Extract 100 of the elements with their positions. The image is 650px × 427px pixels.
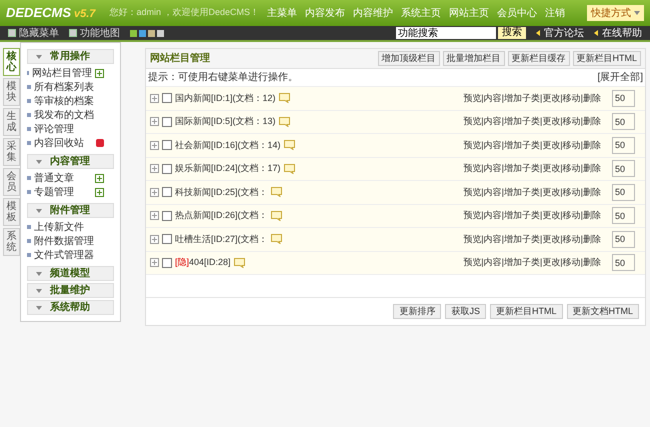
- sort-field[interactable]: 50: [612, 207, 635, 224]
- menu-item[interactable]: 我发布的文档: [34, 108, 94, 122]
- note-icon[interactable]: [278, 116, 290, 127]
- category-name[interactable]: 吐槽生活[ID:27](文档：: [175, 232, 268, 246]
- menu-item[interactable]: 专题管理: [34, 184, 74, 200]
- menu-item[interactable]: 普通文章: [34, 170, 74, 186]
- row-action-links[interactable]: 预览|内容|增加子类|更改|移动|删除: [463, 256, 601, 270]
- checkbox[interactable]: [162, 116, 172, 127]
- checkbox[interactable]: [162, 187, 172, 198]
- side-tab[interactable]: 采集: [3, 138, 20, 166]
- sort-field[interactable]: 50: [612, 184, 635, 201]
- menu-group-header[interactable]: 常用操作: [27, 49, 114, 64]
- note-icon[interactable]: [270, 234, 282, 244]
- menu-item[interactable]: 等审核的档案: [34, 94, 94, 108]
- category-name[interactable]: 社会新闻[ID:16](文档：14): [175, 138, 281, 152]
- menu-item[interactable]: 上传新文件: [34, 220, 84, 234]
- row-action-links[interactable]: 预览|内容|增加子类|更改|移动|删除: [463, 162, 601, 176]
- sort-field[interactable]: 50: [612, 113, 635, 130]
- expand-icon[interactable]: [150, 94, 159, 103]
- search-button[interactable]: 搜索: [498, 27, 526, 39]
- arrow-icon: [594, 30, 598, 36]
- category-name[interactable]: 科技新闻[ID:25](文档：: [175, 186, 268, 199]
- menu-group-header[interactable]: 频道模型: [27, 266, 114, 281]
- row-action-links[interactable]: 预览|内容|增加子类|更改|移动|删除: [463, 232, 601, 246]
- category-name[interactable]: 热点新闻[ID:26](文档：: [175, 209, 268, 222]
- side-tab[interactable]: 会员: [3, 168, 20, 196]
- footer-button[interactable]: 更新排序: [393, 304, 442, 319]
- note-icon[interactable]: [284, 164, 295, 174]
- theme-swatch[interactable]: [130, 30, 137, 36]
- toolbar-button[interactable]: 更新栏目缓存: [508, 51, 570, 66]
- row-action-links[interactable]: 预览|内容|增加子类|更改|移动|删除: [463, 115, 601, 128]
- sort-field[interactable]: 50: [612, 254, 635, 272]
- side-tab[interactable]: 模板: [3, 198, 20, 226]
- menu-item[interactable]: 所有档案列表: [34, 80, 94, 94]
- sort-field[interactable]: 50: [612, 160, 635, 178]
- menu-item[interactable]: 附件数据管理: [34, 234, 94, 248]
- sort-field[interactable]: 50: [612, 90, 635, 107]
- checkbox[interactable]: [162, 258, 172, 268]
- theme-swatch[interactable]: [148, 30, 155, 36]
- sort-field[interactable]: 50: [612, 136, 635, 154]
- category-name[interactable]: 国际新闻[ID:5](文档：13): [175, 115, 276, 128]
- footer-button[interactable]: 更新栏目HTML: [490, 304, 562, 319]
- menu-item[interactable]: 网站栏目管理: [32, 66, 92, 80]
- theme-swatch[interactable]: [157, 30, 164, 36]
- expand-all-link[interactable]: [展开全部]: [597, 70, 643, 85]
- note-icon[interactable]: [270, 187, 282, 198]
- footer-button[interactable]: 获取JS: [445, 304, 486, 319]
- expand-icon[interactable]: [150, 140, 159, 150]
- expand-icon[interactable]: [150, 117, 159, 126]
- side-tab[interactable]: 系统: [3, 228, 20, 256]
- category-name[interactable]: 国内新闻[ID:1](文档：12): [175, 92, 276, 105]
- row-action-links[interactable]: 预览|内容|增加子类|更改|移动|删除: [463, 138, 601, 152]
- checkbox[interactable]: [162, 93, 172, 104]
- checkbox[interactable]: [162, 210, 172, 221]
- search-field[interactable]: 功能搜索: [396, 27, 496, 39]
- category-name[interactable]: [隐]404[ID:28]: [175, 256, 231, 270]
- checkbox[interactable]: [162, 234, 172, 244]
- menu-item[interactable]: 文件式管理器: [34, 248, 94, 262]
- side-tab[interactable]: 核心: [3, 48, 20, 76]
- note-icon[interactable]: [284, 140, 295, 150]
- toolbar-button[interactable]: 更新栏目HTML: [572, 51, 641, 66]
- row-action-links[interactable]: 预览|内容|增加子类|更改|移动|删除: [463, 186, 601, 199]
- note-icon[interactable]: [270, 210, 282, 221]
- checkbox[interactable]: [162, 164, 172, 174]
- add-icon[interactable]: [95, 174, 104, 182]
- menu-item[interactable]: 内容回收站: [34, 136, 84, 150]
- row-action-links[interactable]: 预览|内容|增加子类|更改|移动|删除: [463, 209, 601, 222]
- expand-icon[interactable]: [150, 234, 159, 244]
- toolbar-link[interactable]: 隐藏菜单: [8, 26, 59, 40]
- menu-group-header[interactable]: 附件管理: [27, 203, 114, 218]
- toolbar-link[interactable]: 在线帮助: [602, 26, 642, 40]
- checkbox[interactable]: [162, 140, 172, 150]
- expand-icon[interactable]: [150, 211, 159, 220]
- add-icon[interactable]: [95, 188, 104, 196]
- category-name[interactable]: 娱乐新闻[ID:24](文档：17): [175, 162, 281, 176]
- note-icon[interactable]: [278, 93, 290, 104]
- add-icon[interactable]: [95, 68, 104, 78]
- side-tab[interactable]: 模块: [3, 78, 20, 106]
- toolbar-link[interactable]: 官方论坛: [544, 26, 584, 40]
- shortcut-button[interactable]: 快捷方式: [587, 5, 644, 21]
- expand-icon[interactable]: [150, 164, 159, 174]
- menu-group-header[interactable]: 批量维护: [27, 283, 114, 298]
- expand-icon[interactable]: [150, 188, 159, 197]
- delete-icon[interactable]: [96, 139, 104, 147]
- menu-group-header[interactable]: 内容管理: [27, 154, 114, 169]
- expand-icon[interactable]: [150, 258, 159, 268]
- menu-group-header[interactable]: 系统帮助: [27, 300, 114, 315]
- footer-button[interactable]: 更新文档HTML: [566, 304, 639, 319]
- toolbar-button[interactable]: 增加顶级栏目: [378, 51, 440, 66]
- note-icon[interactable]: [234, 258, 245, 268]
- menu-item[interactable]: 评论管理: [34, 122, 74, 136]
- sort-field[interactable]: 50: [612, 230, 635, 248]
- bullet-icon: [27, 113, 31, 117]
- caret-icon: [36, 208, 42, 212]
- toolbar-button[interactable]: 批量增加栏目: [442, 51, 504, 66]
- row-action-links[interactable]: 预览|内容|增加子类|更改|移动|删除: [463, 92, 601, 105]
- side-tab[interactable]: 生成: [3, 108, 20, 136]
- toolbar-link[interactable]: 功能地图: [69, 26, 120, 40]
- theme-swatch[interactable]: [139, 30, 146, 36]
- bullet-icon: [27, 190, 31, 194]
